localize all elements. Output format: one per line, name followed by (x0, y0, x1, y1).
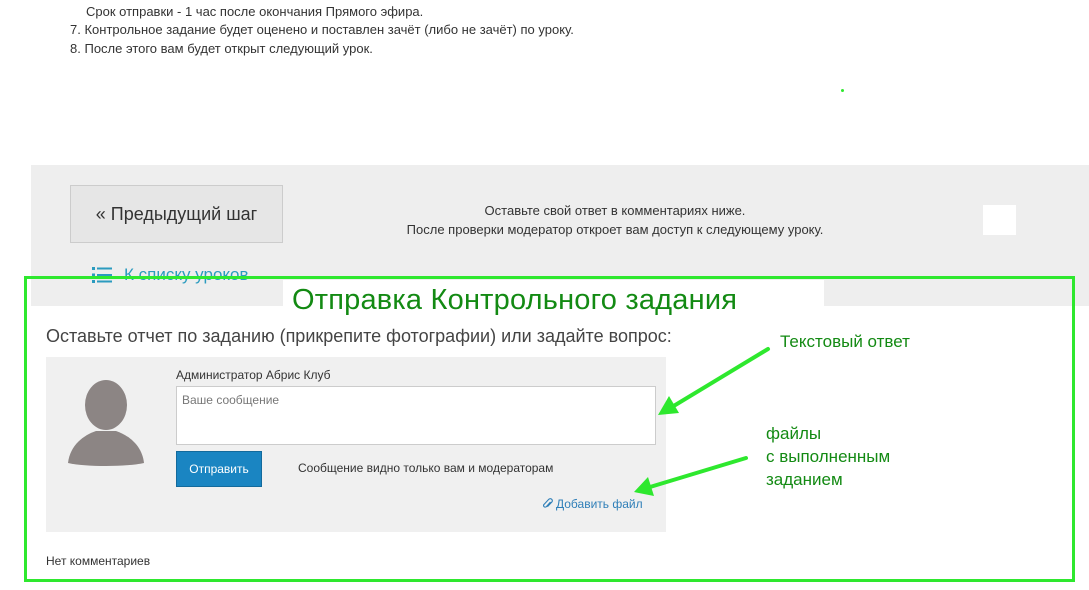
instruction-line: 7. Контрольное задание будет оценено и п… (70, 21, 574, 39)
send-button[interactable]: Отправить (176, 451, 262, 487)
previous-step-button[interactable]: « Предыдущий шаг (70, 185, 283, 243)
green-dot-mark (841, 89, 844, 92)
visibility-note: Сообщение видно только вам и модераторам (298, 461, 554, 475)
files-note-line: заданием (766, 470, 843, 489)
files-note: файлы с выполненным заданием (766, 422, 890, 491)
instruction-text: Срок отправки - 1 час после окончания Пр… (86, 4, 424, 19)
instruction-number: 7. (70, 22, 81, 37)
avatar-icon (68, 380, 144, 466)
section-title: Отправка Контрольного задания (292, 284, 738, 316)
no-comments-label: Нет комментариев (46, 554, 151, 568)
comment-author-name: Администратор Абрис Клуб (176, 368, 331, 382)
paperclip-icon (543, 498, 553, 508)
next-step-placeholder (983, 205, 1016, 235)
message-input[interactable] (176, 386, 656, 445)
instruction-text: После этого вам будет открыт следующий у… (84, 41, 373, 56)
add-file-link[interactable]: Добавить файл (543, 497, 643, 511)
files-note-line: с выполненным (766, 447, 891, 466)
instruction-number: 8. (70, 41, 81, 56)
text-answer-note: Текстовый ответ (780, 332, 910, 351)
nav-message-line: Оставьте свой ответ в комментариях ниже. (484, 203, 746, 218)
add-file-label: Добавить файл (556, 497, 643, 511)
instruction-line: Срок отправки - 1 час после окончания Пр… (86, 3, 423, 21)
files-note-line: файлы (766, 424, 822, 443)
nav-message: Оставьте свой ответ в комментариях ниже.… (300, 201, 930, 239)
instruction-line: 8. После этого вам будет открыт следующи… (70, 40, 373, 58)
nav-message-line: После проверки модератор откроет вам дос… (406, 222, 824, 237)
instruction-text: Контрольное задание будет оценено и пост… (84, 22, 574, 37)
report-heading: Оставьте отчет по заданию (прикрепите фо… (46, 326, 672, 346)
